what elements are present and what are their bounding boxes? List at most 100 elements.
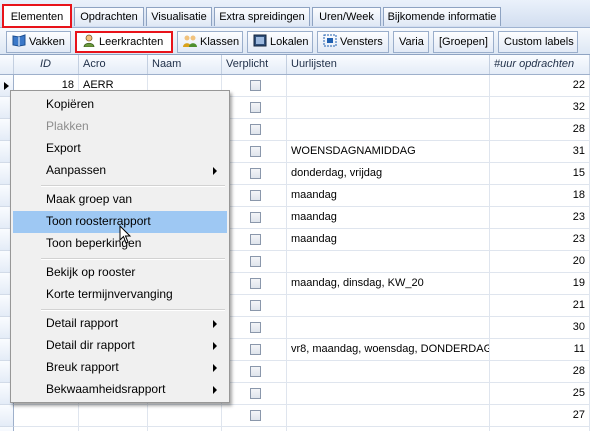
verplicht-checkbox[interactable]	[250, 278, 261, 289]
menu-item-detail-rapport[interactable]: Detail rapport	[13, 313, 227, 335]
cell-verplicht[interactable]	[222, 185, 287, 206]
cell-verplicht[interactable]	[222, 339, 287, 360]
cell-uurlijsten[interactable]	[287, 119, 490, 140]
cell-uurlijsten[interactable]: maandag	[287, 185, 490, 206]
cell-id[interactable]: 3	[14, 427, 79, 431]
cell-uur-opdrachten[interactable]: 19	[490, 273, 590, 294]
cell-id[interactable]	[14, 405, 79, 426]
cell-verplicht[interactable]	[222, 251, 287, 272]
cell-uurlijsten[interactable]: maandag, dinsdag, KW_20	[287, 273, 490, 294]
verplicht-checkbox[interactable]	[250, 300, 261, 311]
toolbar-tab-varia[interactable]: Varia	[393, 31, 429, 53]
verplicht-checkbox[interactable]	[250, 80, 261, 91]
column-header-uurlijsten[interactable]: Uurlijsten	[287, 55, 490, 74]
verplicht-checkbox[interactable]	[250, 322, 261, 333]
verplicht-checkbox[interactable]	[250, 102, 261, 113]
cell-uurlijsten[interactable]	[287, 317, 490, 338]
cell-uurlijsten[interactable]: donderdag, vrijdag	[287, 163, 490, 184]
row-selector[interactable]	[0, 427, 14, 431]
toolbar-tab-leerkrachten[interactable]: Leerkrachten	[75, 31, 173, 53]
verplicht-checkbox[interactable]	[250, 168, 261, 179]
cell-uur-opdrachten[interactable]: 28	[490, 119, 590, 140]
cell-uurlijsten[interactable]	[287, 97, 490, 118]
verplicht-checkbox[interactable]	[250, 344, 261, 355]
table-row[interactable]: 27	[14, 405, 590, 427]
cell-verplicht[interactable]	[222, 229, 287, 250]
row-selector[interactable]	[0, 405, 14, 427]
tab-elementen[interactable]: Elementen	[2, 4, 72, 28]
cell-verplicht[interactable]	[222, 207, 287, 228]
cell-uur-opdrachten[interactable]: 31	[490, 141, 590, 162]
cell-uur-opdrachten[interactable]: 18	[490, 185, 590, 206]
cell-uur-opdrachten[interactable]: 11	[490, 339, 590, 360]
verplicht-checkbox[interactable]	[250, 212, 261, 223]
cell-verplicht[interactable]	[222, 273, 287, 294]
cell-uurlijsten[interactable]	[287, 295, 490, 316]
cell-uurlijsten[interactable]: vr8, maandag, woensdag, DONDERDAG	[287, 339, 490, 360]
cell-verplicht[interactable]	[222, 141, 287, 162]
cell-verplicht[interactable]	[222, 383, 287, 404]
column-header-naam[interactable]: Naam	[148, 55, 222, 74]
cell-naam[interactable]	[148, 405, 222, 426]
cell-uur-opdrachten[interactable]: 30	[490, 317, 590, 338]
menu-item-breuk-rapport[interactable]: Breuk rapport	[13, 357, 227, 379]
toolbar-tab-custom-labels[interactable]: Custom labels	[498, 31, 578, 53]
cell-uurlijsten[interactable]: woensdag	[287, 427, 490, 431]
cell-naam[interactable]	[148, 427, 222, 431]
menu-item-bekwaamheidsrapport[interactable]: Bekwaamheidsrapport	[13, 379, 227, 401]
menu-item-korte-termijnvervanging[interactable]: Korte termijnvervanging	[13, 284, 227, 306]
cell-verplicht[interactable]	[222, 405, 287, 426]
tab-visualisatie[interactable]: Visualisatie	[146, 7, 212, 26]
column-header-verplicht[interactable]: Verplicht	[222, 55, 287, 74]
cell-uur-opdrachten[interactable]: 23	[490, 207, 590, 228]
toolbar-tab-vensters[interactable]: Vensters	[317, 31, 389, 53]
cell-verplicht[interactable]	[222, 317, 287, 338]
menu-item-bekijk-op-rooster[interactable]: Bekijk op rooster	[13, 262, 227, 284]
menu-item-plakken[interactable]: Plakken	[13, 116, 227, 138]
verplicht-checkbox[interactable]	[250, 124, 261, 135]
cell-uur-opdrachten[interactable]: 21	[490, 295, 590, 316]
cell-uurlijsten[interactable]	[287, 383, 490, 404]
cell-uurlijsten[interactable]	[287, 75, 490, 96]
cell-verplicht[interactable]	[222, 295, 287, 316]
toolbar-tab-lokalen[interactable]: Lokalen	[247, 31, 313, 53]
cell-uurlijsten[interactable]	[287, 251, 490, 272]
cell-uurlijsten[interactable]: maandag	[287, 207, 490, 228]
toolbar-tab-vakken[interactable]: Vakken	[6, 31, 71, 53]
verplicht-checkbox[interactable]	[250, 410, 261, 421]
cell-verplicht[interactable]	[222, 75, 287, 96]
cell-acro[interactable]: DKES	[79, 427, 148, 431]
tab-opdrachten[interactable]: Opdrachten	[74, 7, 144, 26]
cell-verplicht[interactable]	[222, 119, 287, 140]
cell-uur-opdrachten[interactable]: 23	[490, 229, 590, 250]
cell-verplicht[interactable]	[222, 97, 287, 118]
menu-item-export[interactable]: Export	[13, 138, 227, 160]
cell-uur-opdrachten[interactable]: 27	[490, 405, 590, 426]
tab-extra-spreidingen[interactable]: Extra spreidingen	[214, 7, 310, 26]
table-row[interactable]: 3DKES woensdag26	[14, 427, 590, 431]
cell-uurlijsten[interactable]	[287, 405, 490, 426]
menu-item-kopi-ren[interactable]: Kopiëren	[13, 94, 227, 116]
verplicht-checkbox[interactable]	[250, 366, 261, 377]
cell-uurlijsten[interactable]	[287, 361, 490, 382]
cell-verplicht[interactable]	[222, 361, 287, 382]
column-header-id[interactable]: ID	[14, 55, 79, 74]
verplicht-checkbox[interactable]	[250, 256, 261, 267]
tab-bijkomende-informatie[interactable]: Bijkomende informatie	[383, 7, 501, 26]
cell-uur-opdrachten[interactable]: 32	[490, 97, 590, 118]
cell-uur-opdrachten[interactable]: 25	[490, 383, 590, 404]
column-header-uur-opdrachten[interactable]: #uur opdrachten	[490, 55, 590, 74]
cell-uur-opdrachten[interactable]: 22	[490, 75, 590, 96]
cell-verplicht[interactable]	[222, 427, 287, 431]
toolbar-tab-klassen[interactable]: Klassen	[177, 31, 243, 53]
cell-uur-opdrachten[interactable]: 28	[490, 361, 590, 382]
menu-item-detail-dir-rapport[interactable]: Detail dir rapport	[13, 335, 227, 357]
verplicht-checkbox[interactable]	[250, 146, 261, 157]
menu-item-maak-groep-van[interactable]: Maak groep van	[13, 189, 227, 211]
verplicht-checkbox[interactable]	[250, 234, 261, 245]
cell-uur-opdrachten[interactable]: 20	[490, 251, 590, 272]
verplicht-checkbox[interactable]	[250, 388, 261, 399]
column-header-acro[interactable]: Acro	[79, 55, 148, 74]
cell-uur-opdrachten[interactable]: 26	[490, 427, 590, 431]
verplicht-checkbox[interactable]	[250, 190, 261, 201]
